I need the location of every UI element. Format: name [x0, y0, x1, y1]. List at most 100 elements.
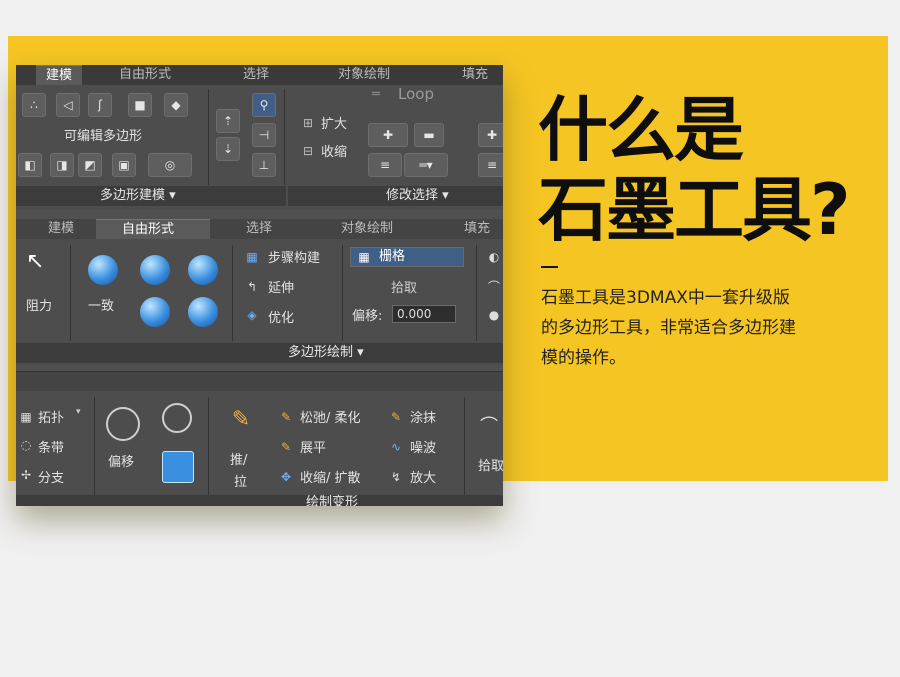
ribbon2-panel: ↖ 阻力 一致 ▦ 步骤构建 ↰ 延伸 ◈ 优化 栅格 ▦ 拾取 偏移: 0.0…	[16, 239, 503, 365]
relax-brush-icon[interactable]	[188, 297, 218, 327]
list-icon-edge[interactable]: ≡	[478, 153, 503, 177]
loop-minus-icon[interactable]: ▬	[414, 123, 444, 147]
border-icon[interactable]: ʃ	[88, 93, 112, 117]
enlarge-button[interactable]: 放大	[410, 467, 436, 486]
divider	[342, 245, 343, 341]
tab-freeform-1[interactable]: 自由形式	[119, 65, 171, 85]
group-modify-selection[interactable]: 修改选择 ▾	[288, 186, 503, 206]
tab-freeform-2[interactable]: 自由形式	[96, 219, 210, 239]
tab-selection-2[interactable]: 选择	[246, 219, 272, 239]
polygon-icon[interactable]: ■	[128, 93, 152, 117]
conform-icon[interactable]	[88, 255, 118, 285]
plus-icon-edge[interactable]: ✚	[478, 123, 503, 147]
pick-button[interactable]: 拾取	[478, 455, 503, 474]
shift-brush-icon[interactable]	[140, 255, 170, 285]
group-poly-draw[interactable]: 多边形绘制 ▾	[16, 343, 503, 363]
description-line-2: 的多边形工具，非常适合多边形建	[541, 318, 796, 338]
tab-object-paint-1[interactable]: 对象绘制	[338, 65, 390, 85]
tab-selection-1[interactable]: 选择	[243, 65, 269, 85]
rotate-brush-icon[interactable]	[188, 255, 218, 285]
cursor-move-icon[interactable]: ↖	[26, 249, 44, 274]
noise-icon: ∿	[390, 440, 402, 454]
extend-icon: ↰	[246, 280, 258, 294]
divider	[476, 245, 477, 341]
pin-icon[interactable]: ⚲	[252, 93, 276, 117]
smudge-button[interactable]: 涂抹	[410, 407, 436, 426]
tab-modeling-1[interactable]: 建模	[36, 65, 83, 85]
branches-icon: ✢	[20, 468, 32, 482]
offset-spinner[interactable]: 0.000	[392, 305, 456, 323]
tab-populate-2[interactable]: 填充	[464, 219, 490, 239]
move-down-icon[interactable]: ⇣	[216, 137, 240, 161]
flatten-icon: ✎	[280, 440, 292, 454]
group-paint-deform[interactable]: 绘制变形	[16, 495, 503, 506]
tab-populate-1[interactable]: 填充	[462, 65, 488, 85]
graphite-tools-screenshot: 建模 自由形式 选择 对象绘制 填充 ∴ ◁ ʃ ■ ◆ 可编辑多边形 ◧ ◨ …	[16, 65, 503, 506]
divider	[232, 245, 233, 341]
rotate-shift-icon[interactable]	[162, 403, 192, 433]
group-poly-modeling[interactable]: 多边形建模 ▾	[16, 186, 286, 206]
topology-button[interactable]: 拓扑	[38, 407, 64, 426]
element-icon[interactable]: ◆	[164, 93, 188, 117]
branches-button[interactable]: 分支	[38, 467, 64, 486]
scale-shift-icon[interactable]	[162, 451, 194, 483]
topology-dropdown-arrow[interactable]: ▾	[76, 407, 81, 417]
optimize-icon: ◈	[247, 308, 257, 322]
push-pull-button-2[interactable]: 拉	[234, 471, 247, 490]
contract-expand-button[interactable]: 收缩/ 扩散	[300, 467, 361, 486]
step-build-icon: ▦	[246, 250, 258, 264]
pin-stack-icon[interactable]: ⊣	[252, 123, 276, 147]
divider	[208, 89, 209, 185]
divider	[284, 89, 285, 185]
description: 石墨工具是3DMAX中一套升级版 的多边形工具，非常适合多边形建 模的操作。	[541, 283, 871, 373]
dash-divider	[541, 266, 558, 268]
smudge-icon: ✎	[390, 410, 402, 424]
tab-object-paint-2[interactable]: 对象绘制	[341, 219, 393, 239]
shift-move-icon[interactable]	[106, 407, 140, 441]
editable-poly-label[interactable]: 可编辑多边形	[64, 125, 142, 144]
step-build-button[interactable]: 步骤构建	[268, 247, 320, 266]
pick-label: 拾取	[391, 281, 418, 296]
disc-icon[interactable]: ◎	[148, 153, 192, 177]
tab-modeling-2[interactable]: 建模	[48, 219, 74, 239]
curve-icon[interactable]: ⌒	[486, 279, 502, 295]
ring-dropdown[interactable]: ═▾	[404, 153, 448, 177]
balloon-icon[interactable]: ◐	[486, 249, 502, 265]
cube-icon-4[interactable]: ▣	[112, 153, 136, 177]
conform-button[interactable]: 一致	[88, 295, 114, 314]
pick-curve-icon[interactable]: ⌒	[480, 418, 498, 436]
grow-button[interactable]: 扩大	[321, 113, 347, 132]
push-pull-button[interactable]: 推/	[230, 449, 247, 468]
loop-plus-icon[interactable]: ✚	[368, 123, 408, 147]
stack-icon[interactable]: ⊥	[252, 153, 276, 177]
sphere-icon[interactable]: ●	[486, 307, 502, 323]
noise-button[interactable]: 噪波	[410, 437, 436, 456]
contract-icon: ✥	[280, 470, 292, 484]
strips-icon: ◌	[20, 438, 32, 452]
relax-icon: ✎	[280, 410, 292, 424]
relax-soften-button[interactable]: 松弛/ 柔化	[300, 407, 361, 426]
shrink-button[interactable]: 收缩	[321, 141, 347, 160]
scale-brush-icon[interactable]	[140, 297, 170, 327]
strips-button[interactable]: 条带	[38, 437, 64, 456]
drag-button[interactable]: 阻力	[26, 295, 52, 314]
divider	[94, 397, 95, 501]
topology-icon: ▦	[20, 410, 32, 424]
vertex-icon[interactable]: ∴	[22, 93, 46, 117]
shift-button[interactable]: 偏移	[108, 451, 134, 470]
flatten-button[interactable]: 展平	[300, 437, 326, 456]
cube-icon-1[interactable]: ◧	[18, 153, 42, 177]
ribbon3-tabbar	[16, 371, 503, 391]
headline: 什么是 石墨工具?	[538, 89, 851, 250]
loop-button[interactable]: Loop	[398, 85, 434, 103]
optimize-button[interactable]: 优化	[268, 307, 294, 326]
cube-icon-2[interactable]: ◨	[50, 153, 74, 177]
edge-icon[interactable]: ◁	[56, 93, 80, 117]
move-up-icon[interactable]: ⇡	[216, 109, 240, 133]
description-line-3: 模的操作。	[541, 348, 626, 368]
cube-icon-3[interactable]: ◩	[78, 153, 102, 177]
extend-button[interactable]: 延伸	[268, 277, 294, 296]
headline-line-1: 什么是	[538, 89, 744, 171]
ring-icon[interactable]: ≡	[368, 153, 402, 177]
ribbon3-panel: ▦ 拓扑 ▾ ◌ 条带 ✢ 分支 偏移 ✎ 推/ 拉 ✎ 松弛/ 柔化 ✎ 展平…	[16, 391, 503, 506]
